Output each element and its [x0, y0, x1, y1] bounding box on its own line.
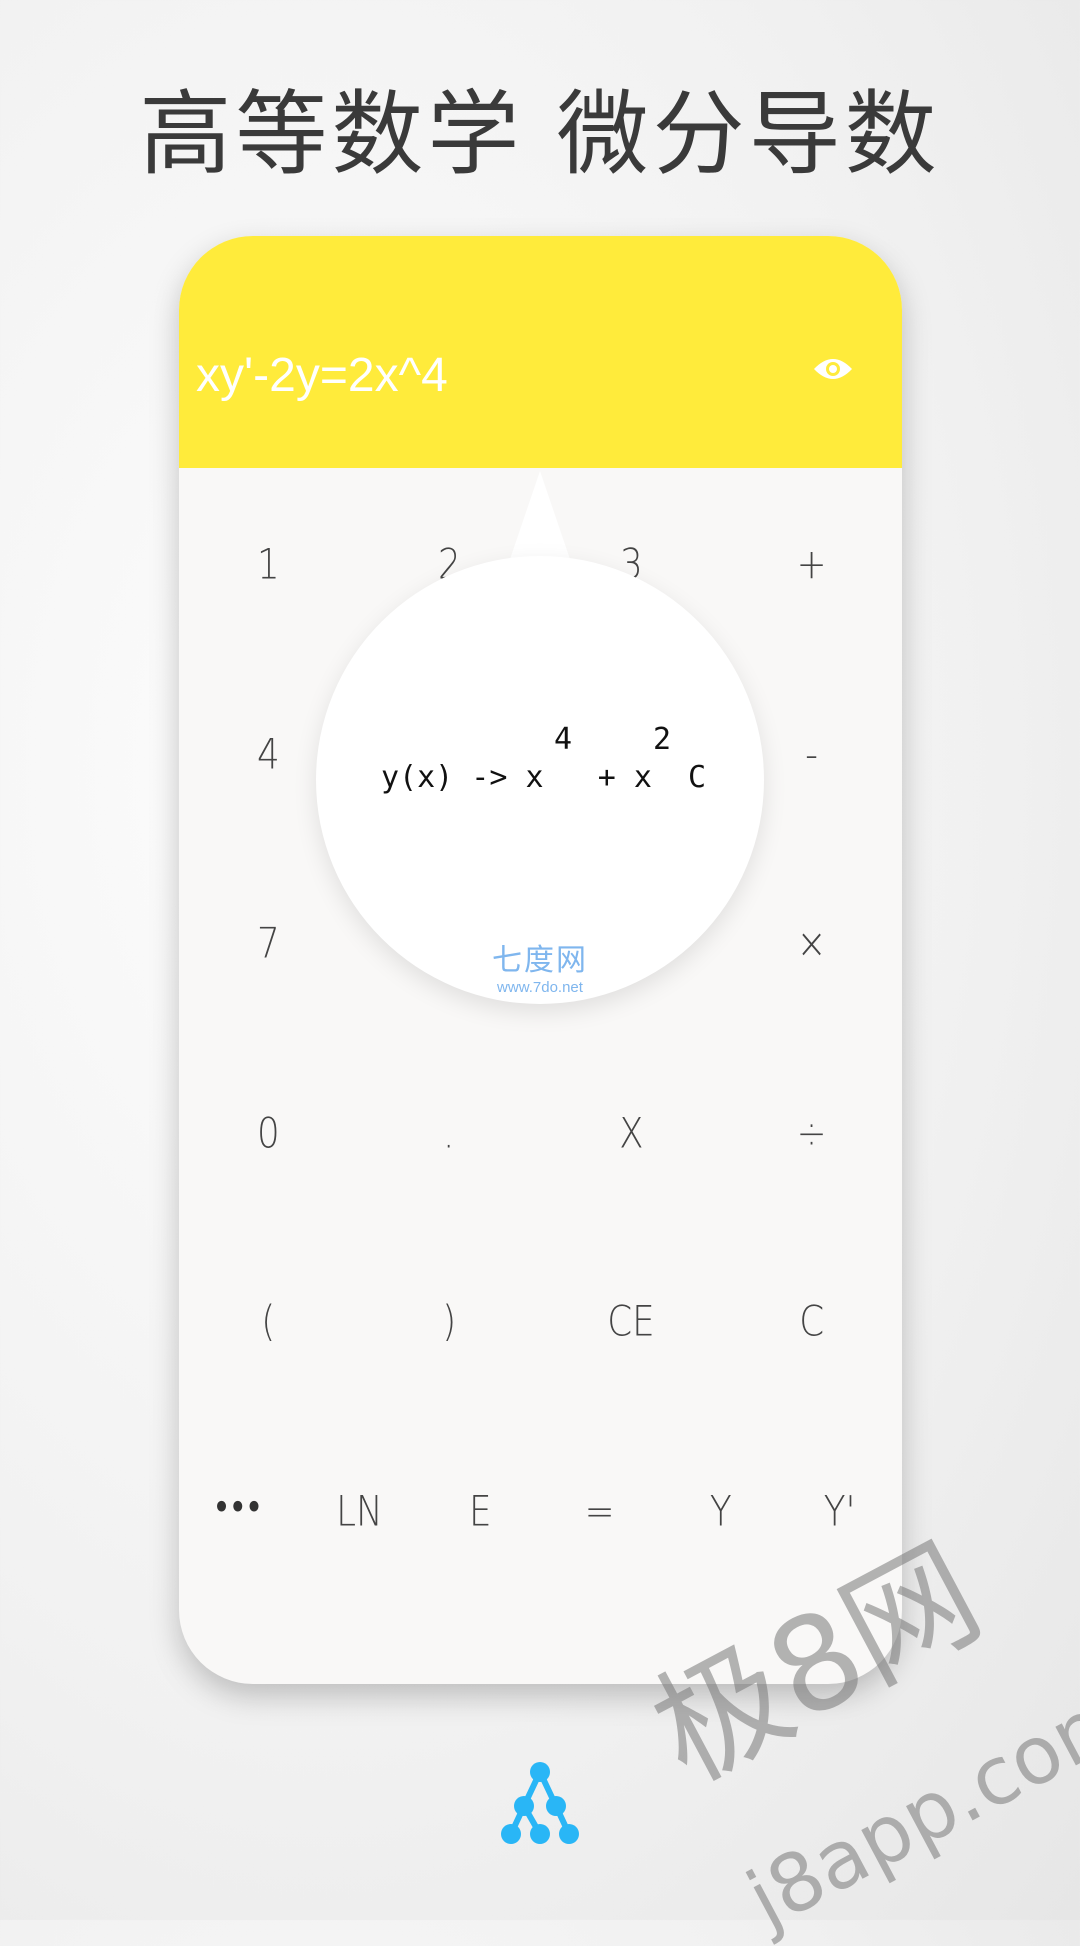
key-3[interactable]: 3: [571, 540, 691, 589]
key-equals[interactable]: =: [540, 1487, 660, 1536]
key-divide[interactable]: ÷: [752, 1109, 872, 1158]
key-clear-entry[interactable]: CE: [571, 1297, 691, 1346]
key-7[interactable]: 7: [208, 919, 328, 968]
promo-title: 高等数学 微分导数: [139, 81, 941, 188]
key-ln[interactable]: LN: [299, 1487, 419, 1536]
key-minus[interactable]: -: [752, 730, 872, 779]
expression-header: xy'-2y=2x^4: [179, 236, 902, 468]
key-clear[interactable]: C: [752, 1297, 872, 1346]
key-x[interactable]: X: [571, 1109, 691, 1158]
key-e[interactable]: E: [420, 1487, 540, 1536]
key-open-paren[interactable]: (: [208, 1297, 328, 1346]
key-plus[interactable]: +: [752, 540, 872, 589]
tree-nodes-icon: [501, 1762, 579, 1844]
key-close-paren[interactable]: ): [389, 1297, 509, 1346]
expression-display[interactable]: xy'-2y=2x^4: [196, 348, 448, 403]
key-dot[interactable]: .: [389, 1109, 509, 1158]
key-y[interactable]: Y: [661, 1487, 781, 1536]
key-4[interactable]: 4: [208, 730, 328, 779]
key-multiply[interactable]: ×: [752, 919, 872, 968]
more-icon[interactable]: •••: [179, 1491, 298, 1526]
key-1[interactable]: 1: [208, 540, 328, 589]
eye-icon[interactable]: [812, 354, 854, 384]
calculator-card: xy'-2y=2x^4 1 2 3 + 4 - 7 × 0 . X ÷ ( ) …: [179, 236, 902, 1684]
key-2[interactable]: 2: [389, 540, 509, 589]
key-0[interactable]: 0: [208, 1109, 328, 1158]
